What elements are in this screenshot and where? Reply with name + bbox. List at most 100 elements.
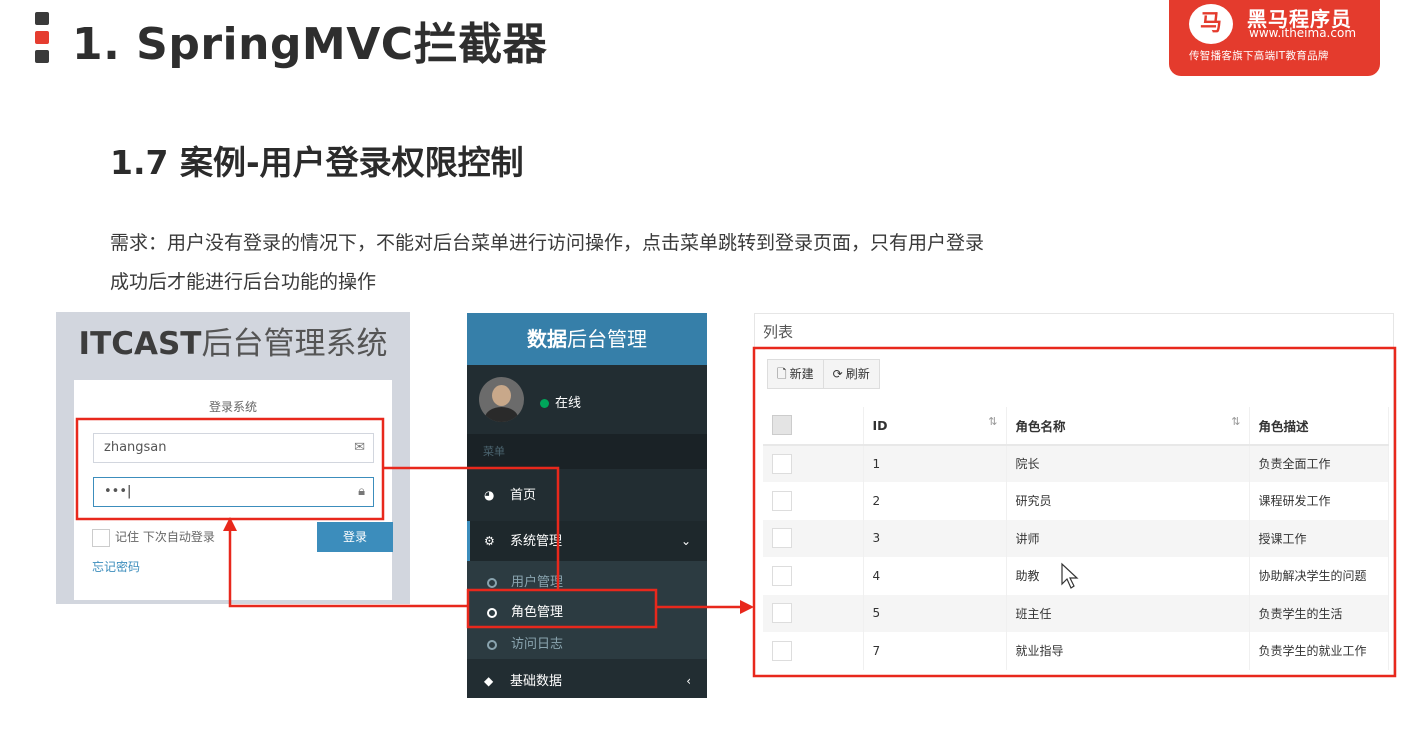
row-checkbox[interactable] (772, 490, 792, 511)
requirement-line-2: 成功后才能进行后台功能的操作 (110, 271, 377, 293)
new-button[interactable]: 🗋︎ 新建 (768, 360, 823, 388)
column-header-label: 角色描述 (1258, 418, 1309, 434)
admin-header: 数据后台管理 (467, 313, 707, 365)
remember-checkbox[interactable] (92, 528, 110, 547)
table-header-row: ID ⇅ 角色名称 ⇅ 角色描述 (763, 407, 1389, 446)
row-select-cell (763, 557, 864, 595)
role-list-screenshot: 列表 🗋︎ 新建 ⟳ 刷新 ID ⇅ 角色名称 ⇅ 角色描述 1 院长 负责全面工作 2 (754, 313, 1394, 677)
admin-header-rest: 后台管理 (567, 327, 647, 351)
cell-id: 7 (863, 632, 1007, 670)
list-toolbar: 🗋︎ 新建 ⟳ 刷新 (767, 359, 880, 389)
table-row[interactable]: 1 院长 负责全面工作 (763, 444, 1389, 482)
sidebar-item-system[interactable]: ⚙ 系统管理 ⌄ (467, 521, 707, 561)
login-title-rest: 后台管理系统 (201, 326, 388, 362)
admin-sidebar-screenshot: 数据后台管理 在线 菜单 ◕ 首页 ⚙ 系统管理 ⌄ 用户管理 角色管理 访问日志 … (467, 313, 707, 698)
list-title: 列表 (763, 323, 794, 341)
horse-logo-icon: 马 (1189, 4, 1233, 44)
cell-desc: 课程研发工作 (1249, 482, 1389, 520)
page-title: 1. SpringMVC拦截器 (72, 19, 548, 70)
row-checkbox[interactable] (772, 528, 792, 549)
sidebar-item-label: 基础数据 (510, 674, 563, 689)
new-button-label: 新建 (789, 367, 814, 381)
requirement-line-1: 需求：用户没有登录的情况下，不能对后台菜单进行访问操作，点击菜单跳转到登录页面，… (110, 232, 985, 254)
column-header-desc[interactable]: 角色描述 (1249, 407, 1389, 446)
forgot-password-link[interactable]: 忘记密码 (92, 558, 140, 575)
sort-icon[interactable]: ⇅ (988, 415, 997, 428)
brand-url: www.itheima.com (1249, 26, 1357, 40)
sidebar-item-access-log[interactable]: 访问日志 (487, 633, 563, 652)
requirement-text: 需求：用户没有登录的情况下，不能对后台菜单进行访问操作，点击菜单跳转到登录页面，… (110, 224, 1160, 302)
cell-id: 3 (863, 519, 1007, 557)
online-dot-icon (540, 399, 549, 408)
sidebar-item-role-manage[interactable]: 角色管理 (487, 601, 563, 620)
envelope-icon: ✉ (354, 440, 365, 455)
table-row[interactable]: 5 班主任 负责学生的生活 (763, 594, 1389, 632)
cell-name: 院长 (1006, 444, 1250, 482)
table-row[interactable]: 7 就业指导 负责学生的就业工作 (763, 632, 1389, 670)
chevron-left-icon: ‹ (686, 674, 691, 688)
avatar (479, 377, 524, 422)
table-row[interactable]: 4 助教 协助解决学生的问题 (763, 557, 1389, 595)
online-status: 在线 (540, 392, 581, 411)
select-all-checkbox[interactable] (772, 415, 792, 436)
login-screenshot: ITCAST后台管理系统 登录系统 zhangsan ✉ •••| 🔒︎ 记住 … (56, 312, 410, 604)
cell-id: 2 (863, 482, 1007, 520)
role-table: ID ⇅ 角色名称 ⇅ 角色描述 1 院长 负责全面工作 2 研究员 课程研发工作 … (763, 407, 1389, 670)
submenu-label: 角色管理 (511, 605, 564, 620)
sidebar-item-home[interactable]: ◕ 首页 (467, 475, 707, 515)
circle-icon (487, 577, 497, 588)
online-status-label: 在线 (555, 396, 582, 411)
brand-slogan: 传智播客旗下高端IT教育品牌 (1189, 50, 1329, 62)
password-input[interactable]: •••| 🔒︎ (93, 477, 374, 507)
column-header-id[interactable]: ID ⇅ (863, 407, 1007, 446)
submenu-label: 访问日志 (511, 637, 564, 652)
dashboard-icon: ◕ (484, 488, 495, 502)
login-box-message: 登录系统 (208, 400, 257, 414)
remember-me[interactable]: 记住 下次自动登录 (92, 528, 215, 547)
cube-icon: ◆ (484, 674, 494, 688)
brand-logo-badge: 马 黑马程序员 www.itheima.com 传智播客旗下高端IT教育品牌 (1169, 0, 1380, 76)
row-select-cell (763, 482, 864, 520)
file-icon: 🗋︎ (777, 367, 787, 381)
submenu-label: 用户管理 (511, 575, 564, 590)
sidebar-item-base-data[interactable]: ◆ 基础数据 ‹ (467, 661, 707, 698)
username-value: zhangsan (104, 440, 167, 455)
table-row[interactable]: 2 研究员 课程研发工作 (763, 482, 1389, 520)
system-submenu: 用户管理 角色管理 访问日志 (467, 561, 707, 659)
cell-name: 研究员 (1006, 482, 1250, 520)
user-panel: 在线 (467, 365, 707, 432)
cell-desc: 协助解决学生的问题 (1249, 557, 1389, 595)
column-header-label: 角色名称 (1015, 418, 1066, 434)
row-checkbox[interactable] (772, 640, 792, 661)
login-button[interactable]: 登录 (317, 522, 393, 552)
row-select-cell (763, 519, 864, 557)
refresh-button[interactable]: ⟳ 刷新 (822, 360, 879, 388)
sort-icon[interactable]: ⇅ (1231, 415, 1240, 428)
chevron-down-icon: ⌄ (680, 534, 691, 548)
username-input[interactable]: zhangsan ✉ (93, 433, 374, 463)
cell-desc: 负责学生的就业工作 (1249, 632, 1389, 670)
select-all-cell (763, 407, 864, 446)
column-header-name[interactable]: 角色名称 ⇅ (1006, 407, 1250, 446)
cell-id: 5 (863, 594, 1007, 632)
refresh-button-label: 刷新 (845, 367, 870, 381)
sidebar-item-label: 系统管理 (510, 534, 563, 549)
cell-desc: 负责学生的生活 (1249, 594, 1389, 632)
row-select-cell (763, 444, 864, 482)
menu-header: 菜单 (467, 434, 707, 469)
row-checkbox[interactable] (772, 565, 792, 586)
cell-id: 1 (863, 444, 1007, 482)
login-system-title: ITCAST后台管理系统 (56, 318, 410, 363)
row-select-cell (763, 632, 864, 670)
cell-name: 就业指导 (1006, 632, 1250, 670)
row-checkbox[interactable] (772, 453, 792, 474)
refresh-icon: ⟳ (832, 367, 843, 381)
table-row[interactable]: 3 讲师 授课工作 (763, 519, 1389, 557)
login-title-bold: ITCAST (78, 326, 202, 362)
circle-icon (487, 607, 497, 618)
row-checkbox[interactable] (772, 603, 792, 624)
cogs-icon: ⚙ (484, 534, 495, 548)
cell-id: 4 (863, 557, 1007, 595)
cell-desc: 授课工作 (1249, 519, 1389, 557)
sidebar-item-user-manage[interactable]: 用户管理 (487, 571, 563, 590)
